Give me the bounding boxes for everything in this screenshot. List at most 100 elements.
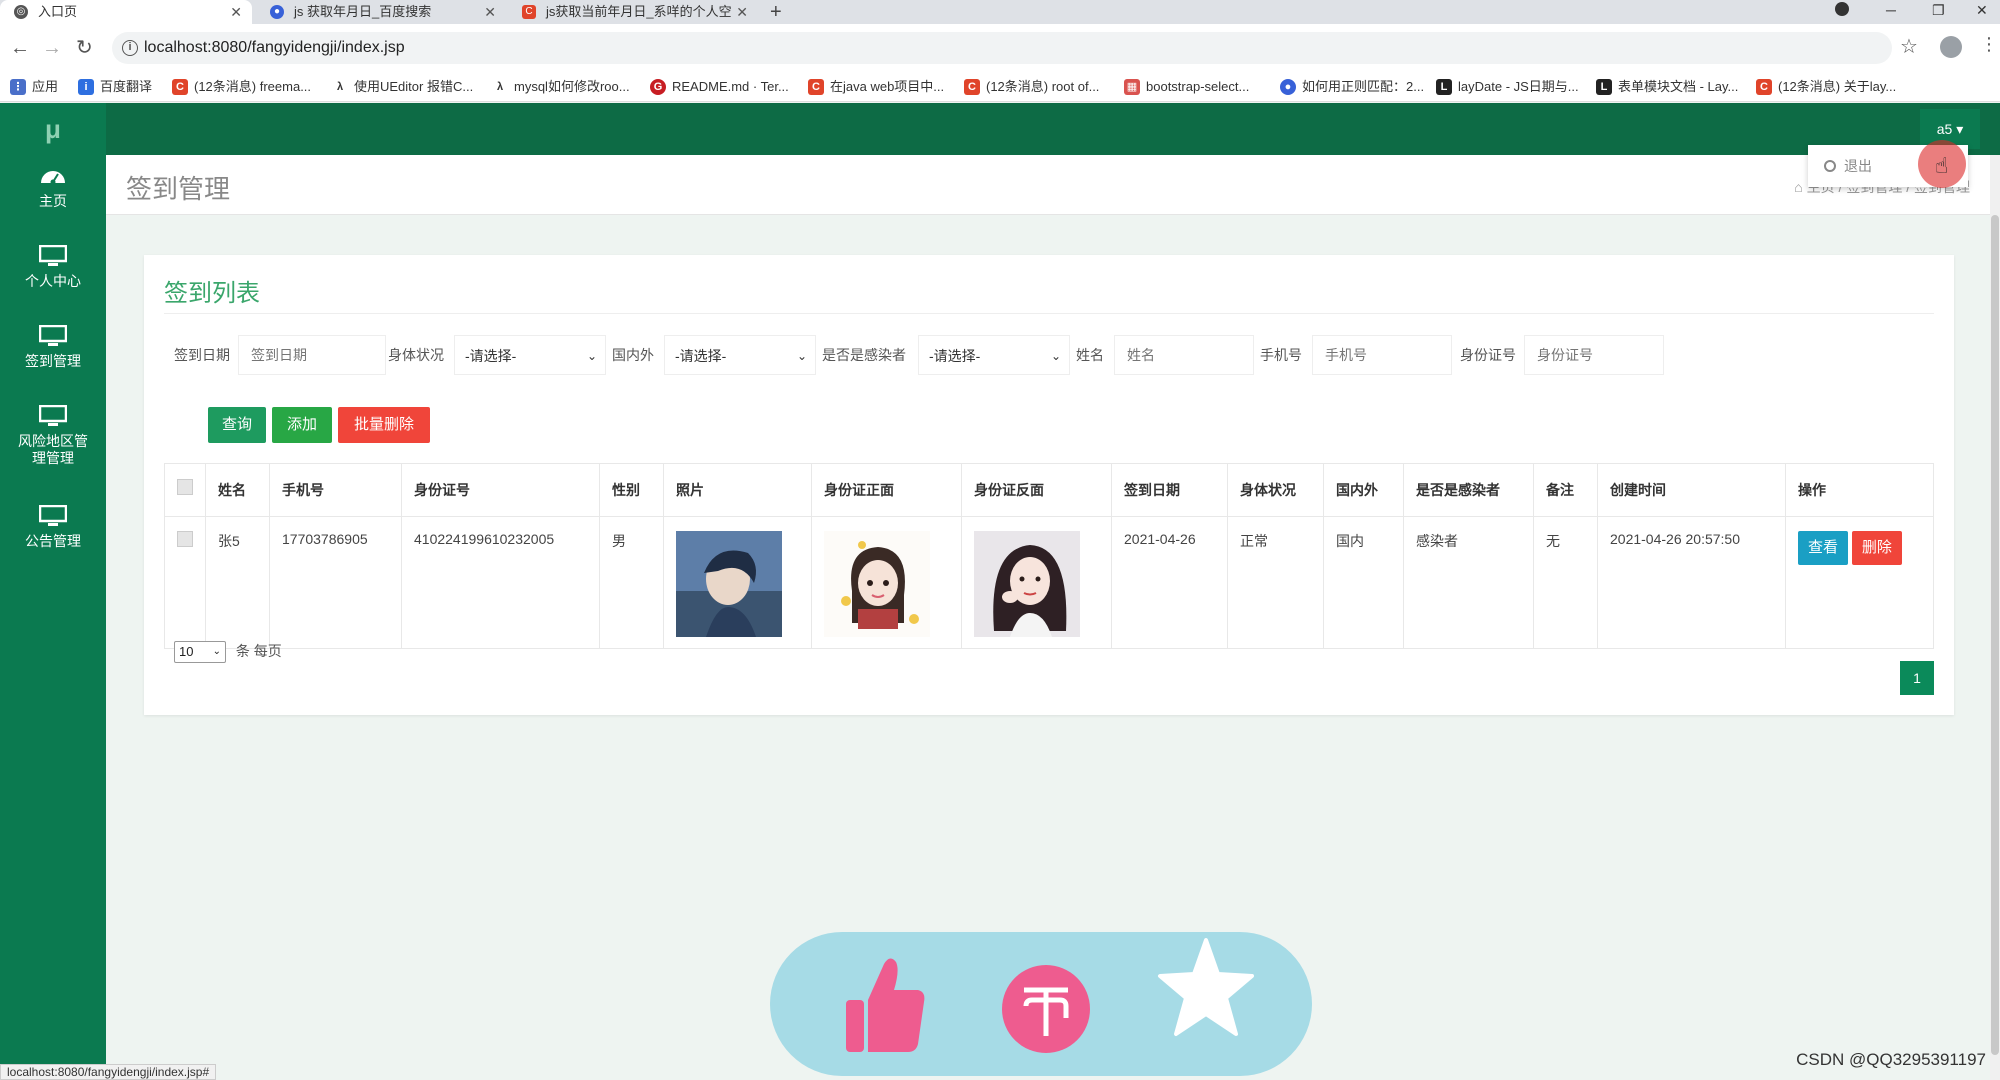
health-select[interactable]: -请选择- ⌄ [454,335,606,375]
browser-tab-1-label: 入口页 [38,4,78,19]
sidebar-item-label: 公告管理 [25,533,81,549]
like-coin-favorite-bar [770,932,1312,1076]
bookmark-item[interactable]: C (12条消息) root of... [964,78,1099,96]
star-favorite-icon[interactable] [1156,936,1256,1046]
logout-item[interactable]: 退出 [1844,158,1872,174]
back-icon[interactable]: ← [10,36,30,60]
id-back-thumbnail[interactable] [974,531,1080,637]
page-size-control: 10 ⌄ 条 每页 [174,641,282,663]
new-tab-icon[interactable]: + [770,0,782,24]
sidebar-item-signin[interactable]: 签到管理 [0,325,106,370]
bookmark-item[interactable]: λ mysql如何修改roo... [492,78,630,96]
profile-icon[interactable] [1940,36,1962,58]
bookmark-item[interactable]: λ 使用UEditor 报错C... [332,78,473,96]
tab-search-icon[interactable] [1835,2,1849,16]
col-header: 国内外 [1323,463,1404,517]
infected-select[interactable]: -请选择- ⌄ [918,335,1070,375]
restore-icon[interactable]: ❐ [1932,0,1945,20]
bookmark-item[interactable]: C (12条消息) freema... [172,78,311,96]
col-header: 身份证正面 [811,463,962,517]
date-label: 签到日期 [174,347,230,363]
close-icon[interactable]: ✕ [484,0,496,24]
minimize-icon[interactable]: ─ [1886,0,1896,20]
cell-infected: 感染者 [1403,516,1534,649]
sidebar-item-risk-area[interactable]: 风险地区管理管理 [0,405,106,467]
id-number-field[interactable] [1524,335,1664,375]
bookmark-item[interactable]: C 在java web项目中... [808,78,944,96]
bookmark-label: 表单模块文档 - Lay... [1618,79,1739,94]
bookmark-item[interactable]: G README.md · Ter... [650,78,789,96]
watermark: CSDN @QQ3295391197 [1796,1050,1986,1069]
bookmark-item[interactable]: C (12条消息) 关于lay... [1756,78,1896,96]
sidebar-item-home[interactable]: 主页 [0,165,106,210]
cell-health: 正常 [1227,516,1324,649]
select-all-checkbox[interactable] [177,479,193,495]
name-field[interactable] [1114,335,1254,375]
info-icon[interactable]: i [122,40,138,56]
region-select-value: -请选择- [675,348,727,364]
col-header: 是否是感染者 [1403,463,1534,517]
sidebar-item-label: 个人中心 [25,273,81,289]
col-header: 身份证反面 [961,463,1112,517]
page-button-current[interactable]: 1 [1900,661,1934,695]
bookmark-item[interactable]: ▦ bootstrap-select... [1124,78,1249,96]
bookmark-label: bootstrap-select... [1146,79,1250,94]
cell-photo [663,516,812,649]
phone-field[interactable] [1312,335,1452,375]
window-close-icon[interactable]: ✕ [1976,0,1988,20]
forward-icon[interactable]: → [42,36,62,60]
reload-icon[interactable]: ↻ [76,36,93,60]
monitor-icon [39,245,67,266]
view-button[interactable]: 查看 [1798,531,1849,565]
bookmark-site-icon: λ [332,79,348,95]
bookmark-item[interactable]: i 百度翻译 [78,78,152,96]
per-page-text: 条 每页 [235,643,282,659]
browser-tab-2[interactable]: ● js 获取年月日_百度搜索 ✕ [256,0,506,24]
bookmark-star-icon[interactable]: ☆ [1900,34,1918,59]
scrollbar-thumb[interactable] [1991,215,1999,1055]
signin-list-card: 签到列表 签到日期 身体状况 -请选择- ⌄ 国内外 -请选择- ⌄ 是否是感染者 … [144,255,1954,715]
id-front-thumbnail[interactable] [824,531,930,637]
cell-phone: 17703786905 [269,516,402,649]
batch-delete-button[interactable]: 批量删除 [338,407,430,443]
close-icon[interactable]: ✕ [230,0,242,24]
id-label: 身份证号 [1460,347,1516,363]
thumbs-up-icon[interactable] [832,940,932,1068]
page-title: 签到管理 [126,174,231,204]
dashboard-icon [41,171,65,185]
url-input[interactable]: i localhost:8080/fangyidengji/index.jsp [112,32,1892,64]
date-field[interactable] [238,335,386,375]
close-icon[interactable]: ✕ [736,0,748,24]
menu-kebab-icon[interactable]: ⋮ [1980,34,1998,55]
baidu-paw-icon: ● [270,5,284,19]
bookmark-item[interactable]: L 表单模块文档 - Lay... [1596,78,1738,96]
photo-thumbnail[interactable] [676,531,782,637]
row-checkbox[interactable] [177,531,193,547]
query-button[interactable]: 查询 [208,407,266,443]
col-header: 创建时间 [1597,463,1786,517]
region-select[interactable]: -请选择- ⌄ [664,335,816,375]
monitor-icon [39,325,67,346]
layui-icon: L [1436,79,1452,95]
pointer-hand-icon: ☝ [1935,153,1949,178]
row-select-cell [164,516,206,649]
bookmark-apps[interactable]: ⋮ 应用 [10,78,58,96]
phone-label: 手机号 [1260,347,1302,363]
bookmark-item[interactable]: LlayDate - JS日期与... [1436,78,1579,96]
delete-button[interactable]: 删除 [1851,531,1902,565]
scrollbar[interactable] [1990,155,2000,1080]
browser-tab-3[interactable]: C js获取当前年月日_系咩的个人空 ✕ [508,0,758,24]
page-size-value: 10 [179,644,194,659]
sidebar-item-notice[interactable]: 公告管理 [0,505,106,550]
cell-id-back [961,516,1112,649]
csdn-icon: C [172,79,188,95]
add-button[interactable]: 添加 [272,407,332,443]
page-size-select[interactable]: 10 ⌄ [174,641,226,663]
csdn-icon: C [522,5,536,19]
sidebar-item-profile[interactable]: 个人中心 [0,245,106,290]
coin-icon[interactable] [996,954,1096,1064]
cell-region: 国内 [1323,516,1404,649]
bookmark-item[interactable]: ● 如何用正则匹配：2... [1280,78,1424,96]
browser-tab-1[interactable]: ◎ 入口页 ✕ [0,0,252,24]
csdn-icon: C [964,79,980,95]
